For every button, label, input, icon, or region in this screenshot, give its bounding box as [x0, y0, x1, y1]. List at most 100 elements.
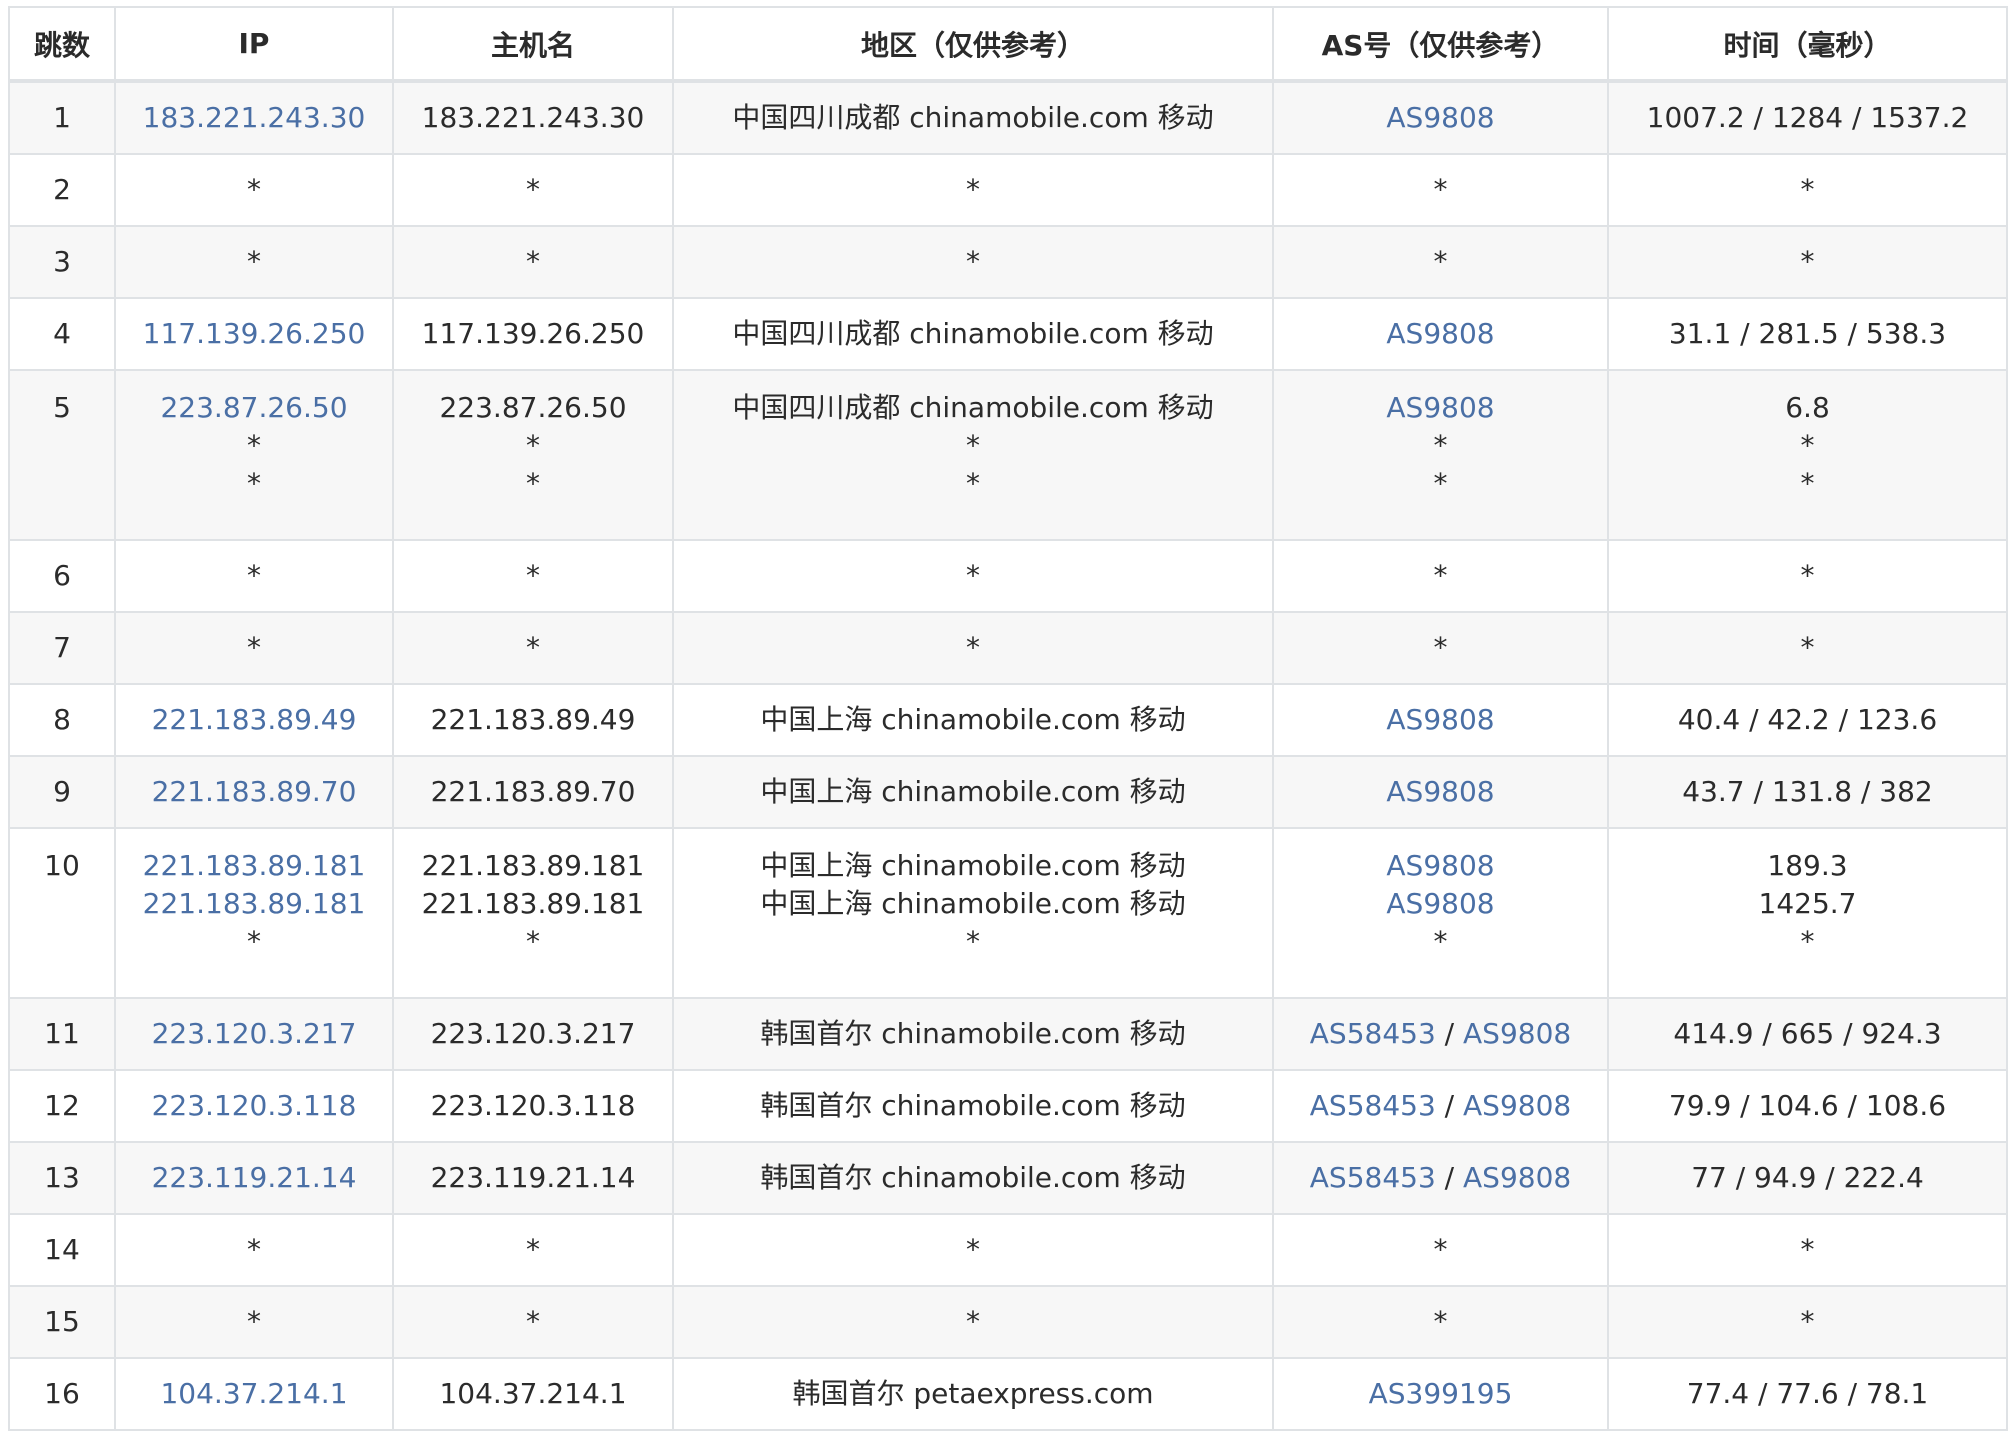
cell-time: 43.7 / 131.8 / 382	[1607, 755, 2008, 829]
time-value: 1007.2 / 1284 / 1537.2	[1646, 101, 1969, 134]
cell-hostname: *	[392, 153, 674, 227]
table-body: 1 183.221.243.30 183.221.243.30 中国四川成都 chin…	[8, 80, 2008, 1431]
cell-hostname: 223.120.3.217	[392, 997, 674, 1071]
as-link[interactable]: AS58453	[1310, 1161, 1436, 1194]
as-separator: /	[1435, 1161, 1464, 1194]
as-link[interactable]: AS9808	[1463, 1017, 1571, 1050]
cell-hostname: 223.120.3.118	[392, 1069, 674, 1143]
as-link[interactable]: AS9808	[1386, 703, 1494, 736]
table-header-row: 跳数 IP 主机名 地区（仅供参考） AS号（仅供参考） 时间（毫秒）	[8, 6, 2008, 83]
ip-value: *	[247, 925, 261, 958]
ip-link[interactable]: 221.183.89.181	[122, 847, 386, 885]
cell-time: 31.1 / 281.5 / 538.3	[1607, 297, 2008, 371]
as-link[interactable]: AS9808	[1463, 1089, 1571, 1122]
as-line: AS58453 / AS9808	[1280, 1087, 1601, 1125]
cell-ip: 117.139.26.250	[114, 297, 394, 371]
ip-link[interactable]: 223.120.3.217	[122, 1015, 386, 1053]
cell-region: 中国上海 chinamobile.com 移动	[672, 755, 1274, 829]
ip-value: *	[247, 559, 261, 592]
cell-as-number: AS9808	[1272, 755, 1609, 829]
as-line: AS9808	[1280, 847, 1601, 885]
cell-hostname: *	[392, 225, 674, 299]
hostname-value: 223.120.3.118	[430, 1089, 636, 1122]
cell-hop: 14	[8, 1213, 116, 1287]
header-time: 时间（毫秒）	[1607, 6, 2008, 83]
table-row: 15 * * * * *	[8, 1285, 2008, 1359]
as-separator: /	[1435, 1017, 1464, 1050]
cell-as-number: AS9808 * *	[1272, 369, 1609, 541]
cell-region: 中国上海 chinamobile.com 移动 中国上海 chinamobile.…	[672, 827, 1274, 999]
hop-number: 12	[44, 1089, 80, 1122]
table-row: 3 * * * * *	[8, 225, 2008, 299]
ip-link[interactable]: 223.119.21.14	[122, 1159, 386, 1197]
cell-region: 中国四川成都 chinamobile.com 移动 * *	[672, 369, 1274, 541]
ip-link[interactable]: 221.183.89.49	[122, 701, 386, 739]
as-link[interactable]: AS9808	[1463, 1161, 1571, 1194]
cell-hostname: *	[392, 1213, 674, 1287]
ip-value: *	[247, 173, 261, 206]
cell-time: *	[1607, 225, 2008, 299]
cell-ip: 104.37.214.1	[114, 1357, 394, 1431]
as-value: *	[1433, 559, 1448, 592]
region-value: *	[966, 173, 980, 206]
as-link[interactable]: AS9808	[1386, 317, 1494, 350]
cell-region: *	[672, 539, 1274, 613]
cell-as-number: AS9808	[1272, 683, 1609, 757]
cell-hop: 1	[8, 80, 116, 155]
time-value: *	[1800, 1305, 1815, 1338]
cell-ip: *	[114, 611, 394, 685]
region-value: 中国四川成都 chinamobile.com 移动	[732, 101, 1214, 134]
region-value: 中国四川成都 chinamobile.com 移动	[732, 317, 1214, 350]
cell-time: *	[1607, 1213, 2008, 1287]
table-row: 9 221.183.89.70 221.183.89.70 中国上海 chinamob…	[8, 755, 2008, 829]
table-row: 13 223.119.21.14 223.119.21.14 韩国首尔 chinamo…	[8, 1141, 2008, 1215]
table-row: 1 183.221.243.30 183.221.243.30 中国四川成都 chin…	[8, 80, 2008, 155]
as-link[interactable]: AS58453	[1310, 1017, 1436, 1050]
ip-link[interactable]: 221.183.89.181	[122, 885, 386, 923]
hostname-value: *	[526, 559, 540, 592]
as-link[interactable]: AS399195	[1369, 1377, 1513, 1410]
cell-region: *	[672, 225, 1274, 299]
hop-number: 7	[53, 631, 71, 664]
ip-link[interactable]: 223.120.3.118	[122, 1087, 386, 1125]
as-line: *	[1280, 629, 1601, 667]
region-value: 中国四川成都 chinamobile.com 移动	[732, 391, 1214, 424]
table-row: 16 104.37.214.1 104.37.214.1 韩国首尔 petaexpre…	[8, 1357, 2008, 1431]
as-link[interactable]: AS9808	[1386, 887, 1494, 920]
as-line: AS9808	[1280, 315, 1601, 353]
cell-ip: 221.183.89.181 221.183.89.181 *	[114, 827, 394, 999]
hop-number: 10	[44, 849, 80, 882]
as-link[interactable]: AS58453	[1310, 1089, 1436, 1122]
ip-link[interactable]: 104.37.214.1	[122, 1375, 386, 1413]
ip-link[interactable]: 223.87.26.50	[122, 389, 386, 427]
hostname-value: *	[526, 631, 540, 664]
as-value: *	[1433, 1233, 1448, 1266]
cell-region: 中国四川成都 chinamobile.com 移动	[672, 297, 1274, 371]
table-row: 7 * * * * *	[8, 611, 2008, 685]
as-line: *	[1280, 1303, 1601, 1341]
cell-time: *	[1607, 611, 2008, 685]
cell-time: 414.9 / 665 / 924.3	[1607, 997, 2008, 1071]
table-row: 4 117.139.26.250 117.139.26.250 中国四川成都 chin…	[8, 297, 2008, 371]
hostname-value: 221.183.89.49	[430, 703, 636, 736]
cell-region: 中国上海 chinamobile.com 移动	[672, 683, 1274, 757]
region-value: *	[966, 631, 980, 664]
region-value: 韩国首尔 chinamobile.com 移动	[760, 1089, 1186, 1122]
cell-as-number: AS399195	[1272, 1357, 1609, 1431]
cell-time: 79.9 / 104.6 / 108.6	[1607, 1069, 2008, 1143]
cell-hop: 6	[8, 539, 116, 613]
hostname-value: 223.119.21.14	[430, 1161, 636, 1194]
cell-time: *	[1607, 153, 2008, 227]
as-link[interactable]: AS9808	[1386, 101, 1494, 134]
cell-region: 韩国首尔 chinamobile.com 移动	[672, 997, 1274, 1071]
as-line: AS58453 / AS9808	[1280, 1159, 1601, 1197]
cell-hostname: 223.87.26.50 * *	[392, 369, 674, 541]
ip-link[interactable]: 221.183.89.70	[122, 773, 386, 811]
as-link[interactable]: AS9808	[1386, 775, 1494, 808]
as-link[interactable]: AS9808	[1386, 849, 1494, 882]
ip-link[interactable]: 183.221.243.30	[122, 99, 386, 137]
time-value: 189.3	[1767, 849, 1848, 882]
cell-ip: 221.183.89.49	[114, 683, 394, 757]
as-link[interactable]: AS9808	[1386, 391, 1494, 424]
ip-link[interactable]: 117.139.26.250	[122, 315, 386, 353]
